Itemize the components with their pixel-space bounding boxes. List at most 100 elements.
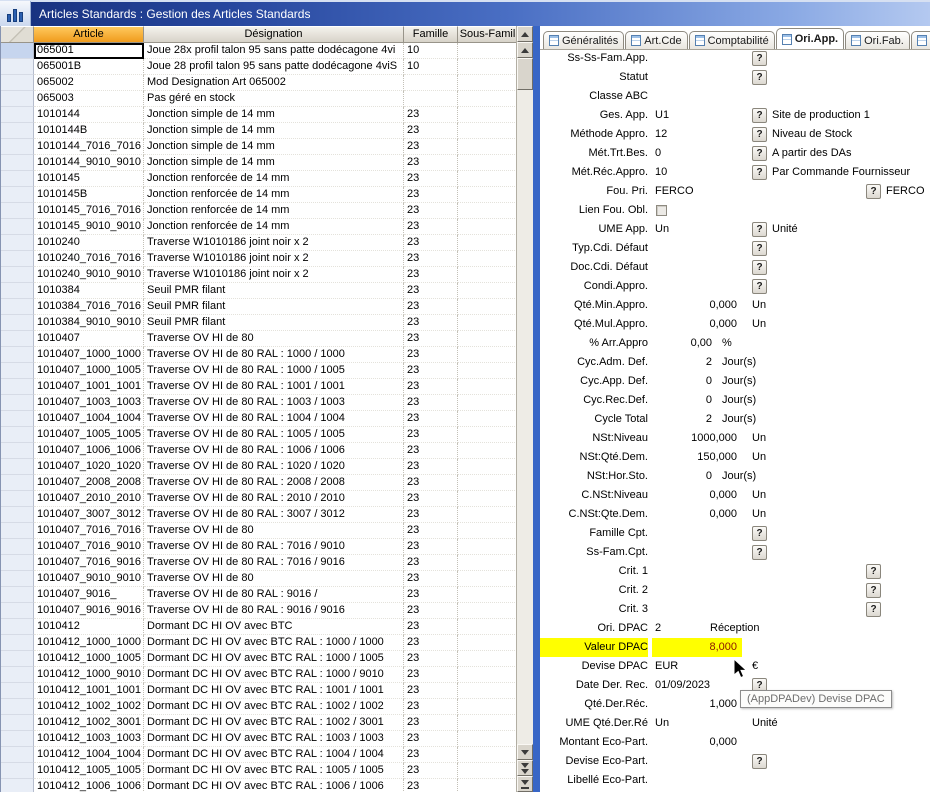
row-selector[interactable] <box>1 619 34 635</box>
cell-sous-famille[interactable] <box>458 347 517 363</box>
cell-designation[interactable]: Traverse OV HI de 80 RAL : 3007 / 3012 <box>144 507 404 523</box>
field-value[interactable]: 2 <box>655 619 661 638</box>
cell-article[interactable]: 1010384 <box>34 283 144 299</box>
table-row[interactable]: 1010412_1000_9010Dormant DC HI OV avec B… <box>1 667 517 683</box>
row-selector[interactable] <box>1 235 34 251</box>
row-selector[interactable] <box>1 571 34 587</box>
cell-sous-famille[interactable] <box>458 315 517 331</box>
tab-comptabilit[interactable]: Comptabilité <box>689 31 775 49</box>
cell-sous-famille[interactable] <box>458 171 517 187</box>
cell-famille[interactable]: 23 <box>404 667 458 683</box>
scroll-to-end-button[interactable] <box>517 776 533 792</box>
cell-famille[interactable]: 23 <box>404 523 458 539</box>
cell-famille[interactable]: 23 <box>404 379 458 395</box>
table-row[interactable]: 065002Mod Designation Art 065002 <box>1 75 517 91</box>
help-button[interactable]: ? <box>866 184 881 199</box>
cell-article[interactable]: 1010145_7016_7016 <box>34 203 144 219</box>
table-row[interactable]: 065001BJoue 28 profil talon 95 sans patt… <box>1 59 517 75</box>
scroll-down-button[interactable] <box>517 744 533 760</box>
cell-famille[interactable]: 23 <box>404 171 458 187</box>
cell-sous-famille[interactable] <box>458 235 517 251</box>
cell-famille[interactable]: 23 <box>404 315 458 331</box>
column-header-article[interactable]: Article <box>34 26 144 43</box>
cell-famille[interactable]: 23 <box>404 491 458 507</box>
cell-article[interactable]: 1010407_9010_9010 <box>34 571 144 587</box>
field-value[interactable]: 0,000 <box>655 486 737 505</box>
cell-famille[interactable]: 10 <box>404 43 458 59</box>
help-button[interactable]: ? <box>752 222 767 237</box>
cell-sous-famille[interactable] <box>458 123 517 139</box>
help-button[interactable]: ? <box>866 583 881 598</box>
cell-article[interactable]: 1010412_1000_1005 <box>34 651 144 667</box>
cell-famille[interactable]: 23 <box>404 699 458 715</box>
table-row[interactable]: 1010412_1000_1000Dormant DC HI OV avec B… <box>1 635 517 651</box>
table-row[interactable]: 1010384Seuil PMR filant23 <box>1 283 517 299</box>
row-selector[interactable] <box>1 283 34 299</box>
cell-sous-famille[interactable] <box>458 203 517 219</box>
cell-famille[interactable]: 23 <box>404 411 458 427</box>
cell-famille[interactable]: 23 <box>404 331 458 347</box>
field-value[interactable]: EUR <box>655 657 678 676</box>
help-button[interactable]: ? <box>752 526 767 541</box>
cell-famille[interactable]: 23 <box>404 123 458 139</box>
scrollbar-track[interactable] <box>517 90 533 744</box>
row-selector[interactable] <box>1 587 34 603</box>
help-button[interactable]: ? <box>752 165 767 180</box>
cell-article[interactable]: 065002 <box>34 75 144 91</box>
row-selector[interactable] <box>1 731 34 747</box>
row-selector[interactable] <box>1 763 34 779</box>
cell-designation[interactable]: Jonction simple de 14 mm <box>144 107 404 123</box>
table-row[interactable]: 1010412Dormant DC HI OV avec BTC23 <box>1 619 517 635</box>
column-header-famille[interactable]: Famille <box>404 26 458 43</box>
table-row[interactable]: 1010412_1004_1004Dormant DC HI OV avec B… <box>1 747 517 763</box>
cell-designation[interactable]: Traverse OV HI de 80 RAL : 1000 / 1005 <box>144 363 404 379</box>
cell-famille[interactable]: 23 <box>404 347 458 363</box>
row-selector[interactable] <box>1 411 34 427</box>
cell-sous-famille[interactable] <box>458 491 517 507</box>
table-row[interactable]: 1010407_2010_2010Traverse OV HI de 80 RA… <box>1 491 517 507</box>
cell-sous-famille[interactable] <box>458 747 517 763</box>
row-selector[interactable] <box>1 379 34 395</box>
table-row[interactable]: 1010144Jonction simple de 14 mm23 <box>1 107 517 123</box>
cell-article[interactable]: 1010407_1005_1005 <box>34 427 144 443</box>
cell-article[interactable]: 1010145 <box>34 171 144 187</box>
row-selector[interactable] <box>1 635 34 651</box>
cell-article[interactable]: 1010407_3007_3012 <box>34 507 144 523</box>
cell-sous-famille[interactable] <box>458 139 517 155</box>
scroll-page-up-button[interactable] <box>517 42 533 58</box>
cell-article[interactable]: 1010240_9010_9010 <box>34 267 144 283</box>
cell-sous-famille[interactable] <box>458 523 517 539</box>
cell-designation[interactable]: Dormant DC HI OV avec BTC RAL : 1000 / 9… <box>144 667 404 683</box>
help-button[interactable]: ? <box>752 127 767 142</box>
table-row[interactable]: 1010384_7016_7016Seuil PMR filant23 <box>1 299 517 315</box>
cell-famille[interactable]: 23 <box>404 635 458 651</box>
field-value[interactable]: Un <box>655 220 669 239</box>
help-button[interactable]: ? <box>752 279 767 294</box>
cell-article[interactable]: 1010384_9010_9010 <box>34 315 144 331</box>
cell-famille[interactable]: 23 <box>404 747 458 763</box>
table-row[interactable]: 1010240_9010_9010Traverse W1010186 joint… <box>1 267 517 283</box>
table-row[interactable]: 1010407_1004_1004Traverse OV HI de 80 RA… <box>1 411 517 427</box>
field-value[interactable]: 0 <box>655 372 712 391</box>
row-selector[interactable] <box>1 219 34 235</box>
cell-sous-famille[interactable] <box>458 507 517 523</box>
row-selector[interactable] <box>1 443 34 459</box>
cell-designation[interactable]: Dormant DC HI OV avec BTC RAL : 1001 / 1… <box>144 683 404 699</box>
cell-article[interactable]: 1010240_7016_7016 <box>34 251 144 267</box>
cell-sous-famille[interactable] <box>458 459 517 475</box>
table-row[interactable]: 1010412_1002_3001Dormant DC HI OV avec B… <box>1 715 517 731</box>
cell-famille[interactable]: 23 <box>404 587 458 603</box>
cell-designation[interactable]: Joue 28 profil talon 95 sans patte dodéc… <box>144 59 404 75</box>
cell-designation[interactable]: Traverse W1010186 joint noir x 2 <box>144 267 404 283</box>
cell-famille[interactable]: 23 <box>404 299 458 315</box>
cell-article[interactable]: 1010407_7016_9010 <box>34 539 144 555</box>
row-selector[interactable] <box>1 555 34 571</box>
cell-sous-famille[interactable] <box>458 91 517 107</box>
table-row[interactable]: 1010240_7016_7016Traverse W1010186 joint… <box>1 251 517 267</box>
table-row[interactable]: 1010240Traverse W1010186 joint noir x 22… <box>1 235 517 251</box>
row-selector[interactable] <box>1 59 34 75</box>
row-selector[interactable] <box>1 203 34 219</box>
cell-sous-famille[interactable] <box>458 699 517 715</box>
column-header-designation[interactable]: Désignation <box>144 26 404 43</box>
cell-article[interactable]: 1010412_1003_1003 <box>34 731 144 747</box>
